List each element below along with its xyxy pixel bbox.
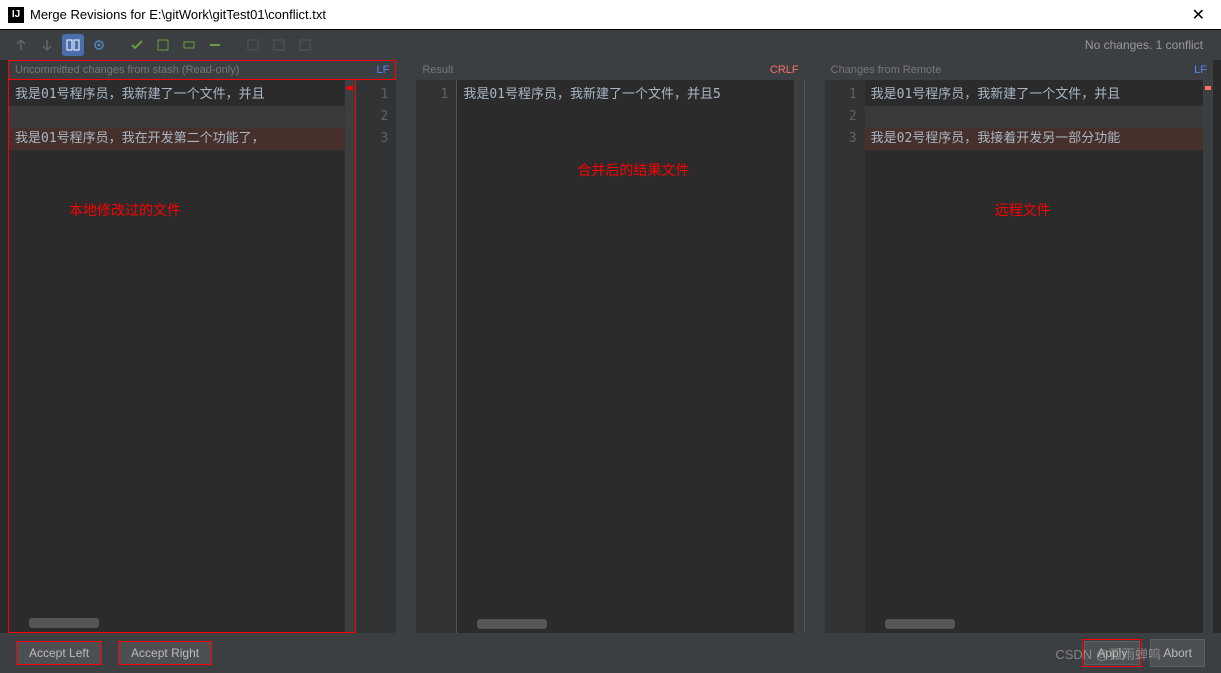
- line-number: 2: [837, 106, 857, 128]
- code-line: 我是02号程序员，我接着开发另一部分功能: [865, 128, 1213, 150]
- left-pane-header: Uncommitted changes from stash (Read-onl…: [8, 60, 396, 80]
- magic-resolve-icon[interactable]: [152, 34, 174, 56]
- right-annotation: 远程文件: [995, 200, 1051, 220]
- left-pane-title: Uncommitted changes from stash (Read-onl…: [15, 64, 239, 76]
- right-scroll-indicator: [1203, 80, 1213, 633]
- code-line: 我是01号程序员，我在开发第二个功能了，: [9, 128, 355, 150]
- right-code: 1 2 3 « ✕ 我是01号程序员，我新建了一个文件，并且 我是02号程序员，…: [825, 80, 1213, 633]
- code-line: [865, 106, 1213, 128]
- line-number: 1: [837, 84, 857, 106]
- scroll-mark: [1205, 86, 1211, 90]
- abort-button[interactable]: Abort: [1150, 639, 1205, 667]
- accept-right-button[interactable]: Accept Right: [118, 641, 212, 665]
- h-scroll-thumb[interactable]: [29, 618, 99, 628]
- close-icon[interactable]: ✕: [1184, 5, 1213, 25]
- prev-diff-icon[interactable]: [10, 34, 32, 56]
- center-annotation: 合并后的结果文件: [577, 160, 689, 180]
- left-code: 我是01号程序员，我新建了一个文件，并且 我是01号程序员，我在开发第二个功能了…: [8, 80, 396, 633]
- scroll-mark: [347, 86, 353, 90]
- line-number: 3: [837, 128, 857, 150]
- apply-nonconflict-icon[interactable]: [126, 34, 148, 56]
- highlight-icon[interactable]: [178, 34, 200, 56]
- line-number: 2: [368, 106, 388, 128]
- status-text: No changes. 1 conflict: [1085, 38, 1211, 52]
- code-line: 我是01号程序员，我新建了一个文件，并且: [9, 84, 355, 106]
- line-number: 1: [368, 84, 388, 106]
- left-pane: Uncommitted changes from stash (Read-onl…: [8, 60, 396, 633]
- splitter[interactable]: [805, 60, 825, 633]
- code-line: [9, 106, 355, 128]
- center-line-numbers: 1: [416, 80, 456, 633]
- h-scroll-thumb[interactable]: [477, 619, 547, 629]
- disabled-tool-1-icon: [242, 34, 264, 56]
- window-title: Merge Revisions for E:\gitWork\gitTest01…: [30, 7, 326, 22]
- sync-scroll-icon[interactable]: [62, 34, 84, 56]
- center-code-content[interactable]: 我是01号程序员，我新建了一个文件，并且5 合并后的结果文件: [456, 80, 804, 633]
- left-line-numbers: 1 2 3: [356, 80, 396, 633]
- code-line: 我是01号程序员，我新建了一个文件，并且5: [457, 84, 803, 106]
- left-code-content[interactable]: 我是01号程序员，我新建了一个文件，并且 我是01号程序员，我在开发第二个功能了…: [8, 80, 356, 633]
- center-pane-title: Result: [422, 64, 453, 76]
- line-number: 1: [428, 84, 448, 106]
- footer: Accept Left Accept Right Apply Abort: [0, 633, 1221, 673]
- center-encoding[interactable]: CRLF: [770, 64, 799, 76]
- right-pane-header: Changes from Remote LF: [825, 60, 1213, 80]
- title-bar: IJ Merge Revisions for E:\gitWork\gitTes…: [0, 0, 1221, 30]
- center-pane-header: Result CRLF: [416, 60, 804, 80]
- center-scroll-indicator: [794, 80, 804, 633]
- right-encoding[interactable]: LF: [1194, 64, 1207, 76]
- line-number: 3: [368, 128, 388, 150]
- app-icon: IJ: [8, 7, 24, 23]
- left-scroll-indicator: [345, 80, 355, 632]
- apply-button[interactable]: Apply: [1084, 641, 1140, 665]
- right-pane-title: Changes from Remote: [831, 64, 942, 76]
- accept-left-button[interactable]: Accept Left: [16, 641, 102, 665]
- left-encoding[interactable]: LF: [376, 64, 389, 76]
- disabled-tool-2-icon: [268, 34, 290, 56]
- settings-icon[interactable]: [88, 34, 110, 56]
- code-line: 我是01号程序员，我新建了一个文件，并且: [865, 84, 1213, 106]
- left-annotation: 本地修改过的文件: [69, 200, 181, 220]
- right-code-content[interactable]: 我是01号程序员，我新建了一个文件，并且 我是02号程序员，我接着开发另一部分功…: [865, 80, 1213, 633]
- next-diff-icon[interactable]: [36, 34, 58, 56]
- merge-area: Uncommitted changes from stash (Read-onl…: [0, 60, 1221, 633]
- center-pane: Result CRLF 1 我是01号程序员，我新建了一个文件，并且5 合并后的…: [416, 60, 804, 633]
- right-pane: Changes from Remote LF 1 2 3 « ✕ 我是01号程序…: [825, 60, 1213, 633]
- whitespace-icon[interactable]: [204, 34, 226, 56]
- center-code: 1 我是01号程序员，我新建了一个文件，并且5 合并后的结果文件: [416, 80, 804, 633]
- h-scroll-thumb[interactable]: [885, 619, 955, 629]
- splitter[interactable]: [396, 60, 416, 633]
- right-line-numbers: 1 2 3: [825, 80, 865, 633]
- disabled-tool-3-icon: [294, 34, 316, 56]
- toolbar: No changes. 1 conflict: [0, 30, 1221, 60]
